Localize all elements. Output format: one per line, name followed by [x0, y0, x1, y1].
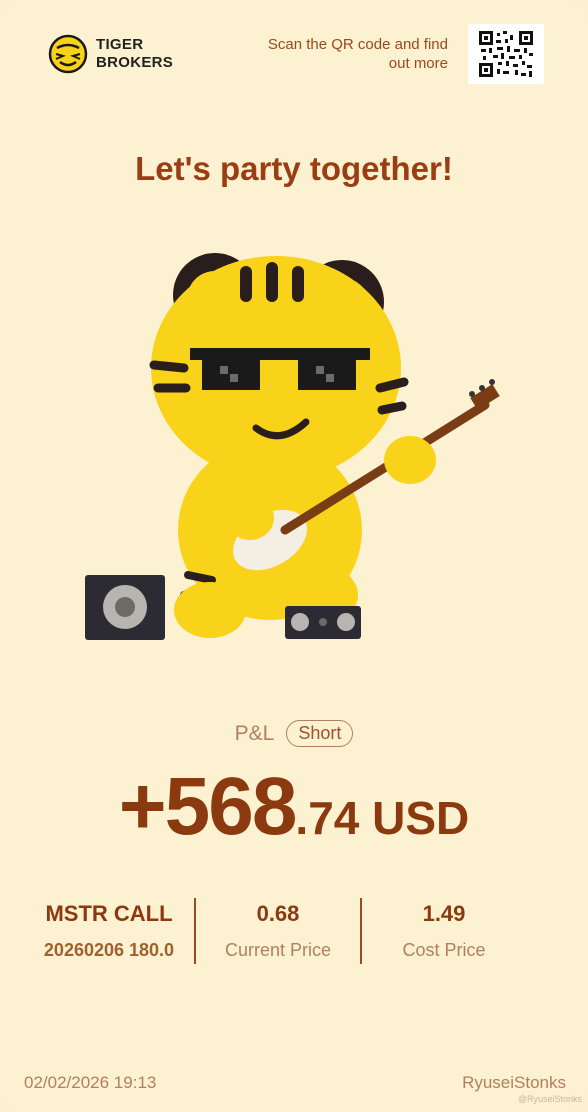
share-card: TIGER BROKERS Scan the QR code and find …	[0, 0, 588, 1112]
pnl-row: P&L Short	[0, 720, 588, 747]
position-badge: Short	[286, 720, 354, 747]
watermark: @RyuseiStonks	[517, 1094, 582, 1104]
scan-qr-text: Scan the QR code and find out more	[267, 36, 448, 72]
current-price-stat: 0.68 Current Price	[196, 896, 360, 968]
tiger-guitar-mascot	[85, 253, 500, 640]
qr-code-icon	[479, 31, 533, 77]
cost-price-value: 1.49	[422, 901, 466, 926]
contract-detail: 20260206 180.0	[43, 940, 175, 960]
pnl-label: P&L	[234, 721, 275, 745]
username: RyuseiStonks	[462, 1073, 566, 1092]
instrument-name: MSTR CALL	[45, 901, 173, 926]
current-price-label: Current Price	[224, 940, 332, 960]
brand-line-2: BROKERS	[96, 54, 174, 71]
timestamp: 02/02/2026 19:13	[24, 1073, 157, 1092]
headline: Let's party together!	[135, 150, 453, 187]
current-price-value: 0.68	[256, 901, 300, 926]
pnl-amount: +568.74 USD	[0, 760, 588, 854]
pnl-amount-decimal: .74 USD	[295, 792, 470, 844]
brand-line-1: TIGER	[96, 36, 144, 53]
cost-price-stat: 1.49 Cost Price	[362, 896, 526, 968]
brand-name: TIGER BROKERS	[96, 36, 186, 72]
tiger-logo-icon	[48, 34, 88, 74]
instrument-stat: MSTR CALL 20260206 180.0	[24, 896, 194, 968]
stats-row: MSTR CALL 20260206 180.0 0.68 Current Pr…	[0, 896, 588, 968]
pnl-amount-integer: +568	[118, 761, 298, 852]
header: TIGER BROKERS Scan the QR code and find …	[0, 0, 588, 110]
brand-logo: TIGER BROKERS	[48, 34, 186, 74]
qr-code[interactable]	[468, 24, 544, 84]
cost-price-label: Cost Price	[402, 940, 486, 960]
